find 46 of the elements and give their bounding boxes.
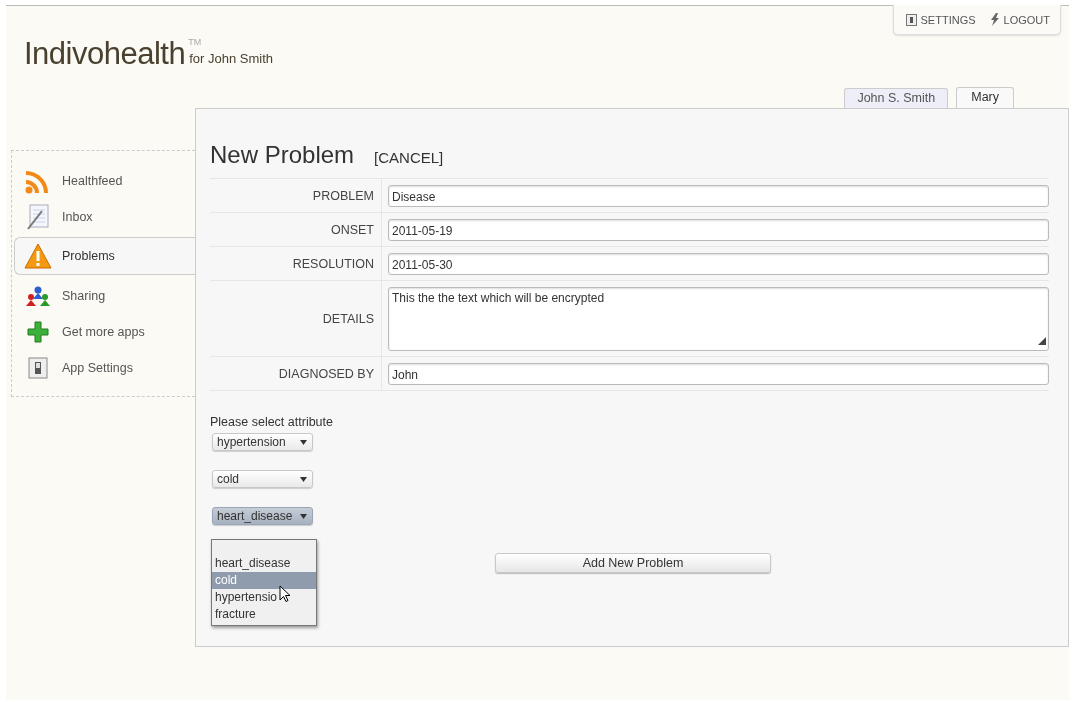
attribute-dropdown[interactable]: hypertension bbox=[212, 433, 313, 451]
switch-icon bbox=[905, 13, 917, 26]
input-field[interactable]: Disease bbox=[388, 185, 1049, 207]
field-label: DIAGNOSED BY bbox=[210, 356, 382, 391]
user-name: for John Smith bbox=[189, 51, 273, 66]
app-logo: Indivohealth bbox=[24, 36, 186, 72]
caret-icon bbox=[300, 439, 307, 445]
caret-icon bbox=[300, 513, 307, 519]
field-label: DETAILS bbox=[210, 280, 382, 357]
cursor-icon bbox=[279, 585, 290, 602]
lightning-icon bbox=[989, 13, 1000, 26]
input-field[interactable]: 2011-05-30 bbox=[388, 253, 1049, 275]
attribute-dropdown[interactable]: cold bbox=[212, 470, 313, 488]
add-problem-button[interactable]: Add New Problem bbox=[495, 553, 771, 573]
settings-link[interactable]: SETTINGS bbox=[905, 13, 976, 26]
details-textarea[interactable]: This the the text which will be encrypted bbox=[388, 287, 1049, 351]
input-field[interactable]: John bbox=[388, 363, 1049, 385]
caret-icon bbox=[300, 476, 307, 482]
logout-link[interactable]: LOGOUT bbox=[989, 13, 1050, 26]
warning-icon bbox=[24, 243, 52, 269]
sidebar-item[interactable]: Inbox bbox=[12, 199, 195, 235]
sidebar-item[interactable]: Problems bbox=[14, 237, 195, 275]
cancel-link[interactable]: [CANCEL] bbox=[374, 149, 444, 166]
resize-grip-icon bbox=[1038, 337, 1046, 345]
people-icon bbox=[26, 285, 50, 307]
sidebar-item[interactable]: Get more apps bbox=[12, 314, 195, 350]
attribute-dropdown[interactable]: heart_disease bbox=[212, 507, 313, 525]
account-tab[interactable]: John S. Smith bbox=[844, 88, 949, 108]
dropdown-option[interactable]: heart_disease bbox=[212, 555, 316, 572]
notepad-icon bbox=[26, 204, 50, 230]
rss-icon bbox=[25, 168, 51, 194]
sidebar-item[interactable]: Sharing bbox=[12, 278, 195, 314]
input-field[interactable]: 2011-05-19 bbox=[388, 219, 1049, 241]
trademark-mark: TM bbox=[188, 37, 202, 47]
field-label: ONSET bbox=[210, 212, 382, 247]
account-tab[interactable]: Mary bbox=[956, 87, 1014, 108]
dropdown-option[interactable]: hypertensio bbox=[212, 589, 316, 606]
attribute-prompt: Please select attribute bbox=[210, 415, 334, 429]
field-label: RESOLUTION bbox=[210, 246, 382, 281]
sidebar-item[interactable]: App Settings bbox=[12, 350, 195, 386]
field-label: PROBLEM bbox=[210, 178, 382, 213]
sidebar-item[interactable]: Healthfeed bbox=[12, 163, 195, 199]
switch-icon bbox=[28, 357, 48, 379]
dropdown-option[interactable]: fracture bbox=[212, 606, 316, 623]
form-title: New Problem bbox=[210, 141, 355, 169]
plus-icon bbox=[27, 321, 49, 343]
